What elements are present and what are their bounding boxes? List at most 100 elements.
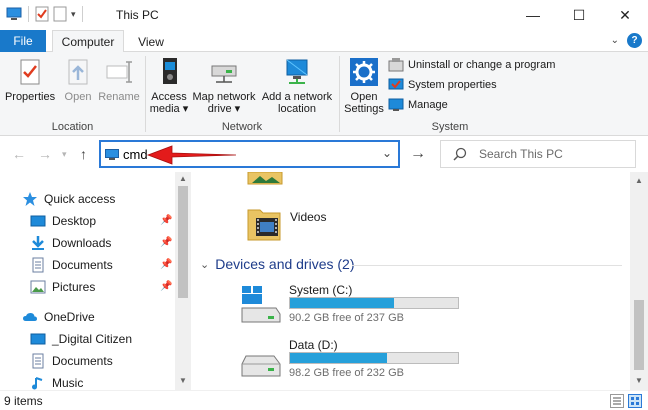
pin-icon[interactable]: 📌 (160, 259, 172, 270)
scrollbar-thumb[interactable] (634, 300, 644, 370)
nav-item-quick-access[interactable]: Quick access (22, 188, 172, 210)
close-button[interactable]: ✕ (602, 0, 648, 30)
ribbon-group-network: Access media ▾ Map network drive ▾ Add a… (146, 52, 338, 136)
videos-folder-icon (247, 209, 281, 241)
maximize-button[interactable]: ☐ (556, 0, 602, 30)
system-properties-button[interactable]: System properties (388, 77, 497, 93)
recent-locations-icon[interactable]: ▾ (62, 149, 67, 160)
pictures-icon (30, 280, 46, 294)
this-pc-icon (6, 7, 22, 20)
minimize-button[interactable]: — (510, 0, 556, 30)
this-pc-icon (105, 149, 119, 160)
chevron-down-icon[interactable]: ⌄ (200, 258, 209, 271)
windows-drive-icon (241, 286, 281, 323)
annotation-arrow-icon (146, 145, 237, 165)
search-input[interactable]: Search This PC (479, 147, 563, 161)
desktop-icon (30, 333, 46, 345)
map-network-drive-button[interactable]: Map network drive ▾ (190, 56, 258, 115)
drive-name: System (C:) (289, 283, 353, 297)
manage-button[interactable]: Manage (388, 97, 448, 113)
system-properties-icon (388, 78, 404, 90)
large-icons-view-icon[interactable] (628, 394, 642, 408)
pin-icon[interactable]: 📌 (160, 215, 172, 226)
scroll-up-icon[interactable]: ▲ (635, 176, 643, 185)
ribbon-group-system: Open Settings Uninstall or change a prog… (340, 52, 560, 136)
navigation-pane: Quick access Desktop 📌 Downloads 📌 Docum… (0, 172, 190, 390)
nav-item-documents[interactable]: Documents (30, 254, 170, 276)
drive-free-space: 90.2 GB free of 237 GB (289, 312, 404, 324)
tab-computer[interactable]: Computer (52, 30, 124, 53)
ribbon: Properties Open Rename Location Access m… (0, 52, 648, 136)
quick-access-toolbar: ▾ (6, 6, 85, 22)
properties-button[interactable]: Properties (5, 56, 55, 103)
nav-item-digital-citizen[interactable]: _Digital Citizen (30, 328, 170, 350)
add-network-location-button[interactable]: Add a network location (258, 56, 336, 115)
group-label-system: System (431, 121, 469, 133)
open-settings-button[interactable]: Open Settings (342, 56, 386, 115)
group-label-network: Network (221, 121, 263, 133)
download-icon (32, 236, 44, 250)
uninstall-program-button[interactable]: Uninstall or change a program (388, 57, 555, 73)
address-bar[interactable]: cmd ⌄ (99, 140, 400, 168)
open-button: Open (60, 56, 96, 103)
back-arrow-icon[interactable]: ← (12, 146, 26, 162)
forward-arrow-icon[interactable]: → (38, 146, 52, 162)
scroll-up-icon[interactable]: ▲ (179, 174, 187, 183)
properties-qat-icon[interactable] (35, 6, 49, 22)
folder-item-videos[interactable]: Videos (246, 204, 366, 248)
manage-icon (388, 98, 404, 111)
drive-usage-fill (290, 298, 395, 308)
pin-icon[interactable]: 📌 (160, 237, 172, 248)
scroll-down-icon[interactable]: ▼ (179, 376, 187, 385)
scroll-down-icon[interactable]: ▼ (635, 376, 643, 385)
pin-icon[interactable]: 📌 (160, 281, 172, 292)
cloud-icon (23, 313, 37, 321)
desktop-icon (30, 215, 46, 227)
drive-usage-bar (289, 297, 459, 309)
group-label-location: Location (51, 121, 94, 133)
music-icon (32, 377, 43, 390)
nav-item-pictures[interactable]: Pictures (30, 276, 170, 298)
gear-icon (350, 58, 378, 86)
details-view-icon[interactable] (610, 394, 624, 408)
access-media-button[interactable]: Access media ▾ (148, 56, 190, 115)
tab-view[interactable]: View (128, 30, 174, 53)
up-arrow-icon[interactable]: ↑ (80, 146, 87, 162)
uninstall-icon (388, 58, 404, 72)
group-header-devices[interactable]: ⌄ Devices and drives (2) (200, 256, 355, 272)
content-pane-scrollbar[interactable]: ▲ ▼ (630, 172, 648, 390)
nav-item-onedrive-documents[interactable]: Documents (30, 350, 170, 372)
tab-file[interactable]: File (0, 30, 46, 52)
folder-label: Videos (290, 210, 327, 224)
nav-item-desktop[interactable]: Desktop (30, 210, 170, 232)
drive-name: Data (D:) (289, 338, 338, 352)
status-bar: 9 items (0, 390, 648, 410)
ribbon-group-location: Properties Open Rename Location (0, 52, 145, 136)
chevron-down-icon[interactable]: ⌄ (382, 146, 392, 160)
open-icon (68, 59, 88, 85)
star-icon (23, 192, 37, 206)
new-folder-qat-icon[interactable] (53, 6, 67, 22)
rename-button: Rename (97, 56, 141, 103)
ribbon-expand-icon[interactable]: ⌄ (611, 35, 619, 46)
navigation-pane-scrollbar[interactable]: ▲ ▼ (175, 172, 191, 390)
help-icon[interactable]: ? (627, 33, 642, 48)
scrollbar-thumb[interactable] (178, 186, 188, 298)
documents-icon (32, 353, 44, 369)
title-bar: ▾ This PC — ☐ ✕ (0, 0, 648, 30)
documents-icon (32, 257, 44, 273)
toolbar-separator (81, 6, 83, 22)
drive-icon (241, 355, 281, 377)
address-input[interactable]: cmd (123, 147, 148, 162)
group-divider (352, 265, 622, 266)
nav-item-onedrive[interactable]: OneDrive (22, 306, 172, 328)
item-count: 9 items (4, 394, 43, 408)
qat-dropdown-icon[interactable]: ▾ (71, 9, 76, 20)
access-media-icon (163, 58, 177, 84)
folder-icon[interactable] (246, 172, 286, 186)
network-location-icon (286, 59, 308, 84)
ribbon-tabs: File Computer View ⌄ ? (0, 30, 648, 53)
search-box[interactable]: Search This PC (440, 140, 636, 168)
nav-item-downloads[interactable]: Downloads (30, 232, 170, 254)
refresh-arrow-icon[interactable]: → (404, 140, 432, 168)
